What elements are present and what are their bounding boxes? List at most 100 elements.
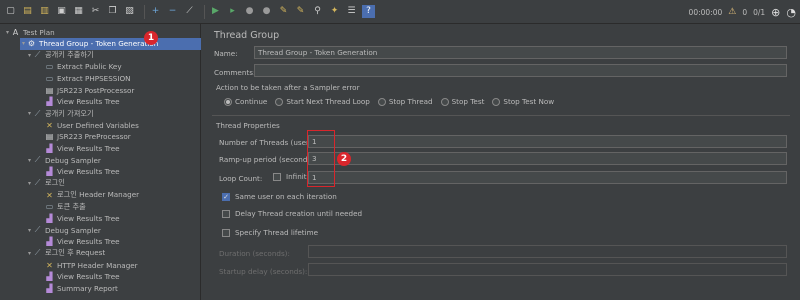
- delay-creation-label: Delay Thread creation until needed: [235, 209, 363, 218]
- error-action-label: Start Next Thread Loop: [286, 97, 370, 106]
- tree-node[interactable]: ▟ View Results Tree: [38, 143, 119, 155]
- tree-node-label: Summary Report: [57, 283, 118, 293]
- expand-toggle-icon[interactable]: ▾: [26, 110, 33, 117]
- error-action-option[interactable]: Start Next Thread Loop: [275, 97, 370, 106]
- function-helper-icon[interactable]: ☰: [345, 5, 358, 18]
- tree-node-label: View Results Tree: [57, 237, 120, 247]
- rampup-field[interactable]: 3: [308, 152, 787, 165]
- templates-icon[interactable]: ▤: [21, 5, 34, 18]
- tree-node[interactable]: ▟ View Results Tree: [38, 166, 119, 178]
- startup-delay-field[interactable]: [308, 263, 787, 276]
- expand-toggle-icon[interactable]: ▾: [4, 29, 11, 36]
- radio-dot[interactable]: [275, 97, 284, 106]
- tree-node-label: HTTP Header Manager: [57, 260, 138, 270]
- thread-lifetime-check-box[interactable]: [222, 228, 230, 237]
- expand-toggle-icon[interactable]: ▾: [26, 180, 33, 187]
- tree-node[interactable]: ▾ ⟋ 공개키 가져오기: [26, 108, 94, 120]
- same-user-checkbox[interactable]: ✓ Same user on each iteration: [222, 192, 337, 201]
- copy-icon[interactable]: ❐: [106, 5, 119, 18]
- tree-node[interactable]: ▭ Extract Public Key: [38, 61, 122, 73]
- cut-icon[interactable]: ✂: [89, 5, 102, 18]
- tree-node[interactable]: ▟ Summary Report: [38, 282, 118, 294]
- duration-field[interactable]: [308, 245, 787, 258]
- threads-field[interactable]: 1: [308, 135, 787, 148]
- error-action-option[interactable]: Stop Test: [440, 97, 485, 106]
- same-user-check-box[interactable]: ✓: [222, 192, 230, 201]
- annotation-highlight-box: [307, 130, 335, 187]
- tree-node[interactable]: ▭ Extract PHPSESSION: [38, 73, 131, 85]
- comments-field[interactable]: [254, 64, 787, 77]
- test-plan-tree: ▾ A Test Plan ▾ ⚙ Thread Group - Token Genera…: [0, 24, 201, 300]
- panel-title: Thread Group: [214, 30, 280, 41]
- tree-node[interactable]: ▾ ⟋ 로그인: [26, 177, 65, 189]
- open-icon[interactable]: ▥: [38, 5, 51, 18]
- tree-node[interactable]: ▾ A Test Plan: [4, 26, 55, 38]
- tree-node[interactable]: ▟ View Results Tree: [38, 271, 120, 283]
- tree-node-label: View Results Tree: [57, 272, 120, 282]
- divider: [212, 115, 790, 116]
- shutdown-icon[interactable]: ●: [260, 5, 273, 18]
- thread-properties-section: Thread Properties: [216, 121, 280, 130]
- expand-toggle-icon[interactable]: ▾: [26, 227, 33, 234]
- thread-lifetime-label: Specify Thread lifetime: [235, 228, 319, 237]
- tree-node[interactable]: ✕ User Defined Variables: [38, 119, 139, 131]
- expand-icon[interactable]: +: [149, 5, 162, 18]
- expand-toggle-icon[interactable]: ▾: [26, 52, 33, 59]
- tree-node[interactable]: ▟ View Results Tree: [38, 212, 119, 224]
- remote-icon[interactable]: ⊕: [771, 6, 780, 19]
- reset-search-icon[interactable]: ✦: [328, 5, 341, 18]
- delay-creation-checkbox[interactable]: Delay Thread creation until needed: [222, 209, 362, 218]
- tree-node[interactable]: ▤ JSR223 PreProcessor: [38, 131, 131, 143]
- expand-toggle-icon[interactable]: ▾: [20, 40, 27, 47]
- radio-dot[interactable]: [377, 97, 386, 106]
- warning-icon[interactable]: ⚠: [728, 7, 736, 17]
- name-field[interactable]: Thread Group - Token Generation: [254, 46, 787, 59]
- error-action-option[interactable]: Stop Thread: [377, 97, 433, 106]
- tree-node[interactable]: ▾ ⟋ 공개키 추출하기: [26, 49, 94, 61]
- start-no-pause-icon[interactable]: ▸: [226, 5, 239, 18]
- save-icon[interactable]: ▣: [55, 5, 68, 18]
- radio-dot[interactable]: [224, 97, 232, 106]
- tree-node[interactable]: ▾ ⟋ Debug Sampler: [26, 224, 101, 236]
- tree-node[interactable]: ▾ ⟋ 로그인 후 Request: [26, 247, 105, 259]
- start-icon[interactable]: ▶: [209, 5, 222, 18]
- tree-node[interactable]: ▾ ⟋ Debug Sampler: [26, 154, 101, 166]
- loop-count-label: Loop Count:: [219, 174, 263, 183]
- thread-lifetime-checkbox[interactable]: Specify Thread lifetime: [222, 228, 318, 237]
- tree-node-label: User Defined Variables: [57, 120, 139, 130]
- radio-dot[interactable]: [440, 97, 449, 106]
- http-sampler-icon: ⟋: [34, 248, 41, 258]
- tree-node[interactable]: ▤ JSR223 PostProcessor: [38, 84, 135, 96]
- error-action-option[interactable]: Stop Test Now: [492, 97, 554, 106]
- collapse-icon[interactable]: −: [166, 5, 179, 18]
- new-icon[interactable]: ▢: [4, 5, 17, 18]
- stop-icon[interactable]: ●: [243, 5, 256, 18]
- listener-icon: ▟: [46, 144, 53, 153]
- tree-node[interactable]: ✕ 로그인 Header Manager: [38, 189, 139, 201]
- radio-dot[interactable]: [492, 97, 501, 106]
- expand-toggle-icon[interactable]: ▾: [26, 250, 33, 257]
- loop-count-field[interactable]: 1: [308, 171, 787, 184]
- clear-icon[interactable]: ✎: [277, 5, 290, 18]
- infinite-checkbox[interactable]: Infinite: [273, 172, 311, 181]
- tree-node[interactable]: ✕ HTTP Header Manager: [38, 259, 138, 271]
- toggle-icon[interactable]: ⟋: [183, 5, 196, 18]
- error-action-label: Stop Test: [451, 97, 485, 106]
- paste-icon[interactable]: ▧: [123, 5, 136, 18]
- active-threads: 0/1: [753, 7, 766, 17]
- tree-node-label: 로그인: [45, 178, 65, 188]
- clear-all-icon[interactable]: ✎: [294, 5, 307, 18]
- tree-node[interactable]: ▾ ⚙ Thread Group - Token Generation: [20, 37, 201, 50]
- save-as-icon[interactable]: ▦: [72, 5, 85, 18]
- expand-toggle-icon[interactable]: ▾: [26, 157, 33, 164]
- tree-node[interactable]: ▟ View Results Tree: [38, 236, 120, 248]
- infinite-check-box[interactable]: [273, 172, 281, 181]
- help-icon[interactable]: ?: [362, 5, 375, 18]
- tree-node[interactable]: ▭ 토큰 추출: [38, 201, 86, 213]
- error-action-option[interactable]: Continue: [224, 97, 267, 106]
- listener-icon: ▟: [46, 167, 53, 177]
- extractor-icon: ▭: [45, 202, 54, 212]
- search-icon[interactable]: ⚲: [311, 5, 324, 18]
- delay-creation-check-box[interactable]: [222, 209, 230, 218]
- tree-node[interactable]: ▟ View Results Tree: [38, 96, 119, 108]
